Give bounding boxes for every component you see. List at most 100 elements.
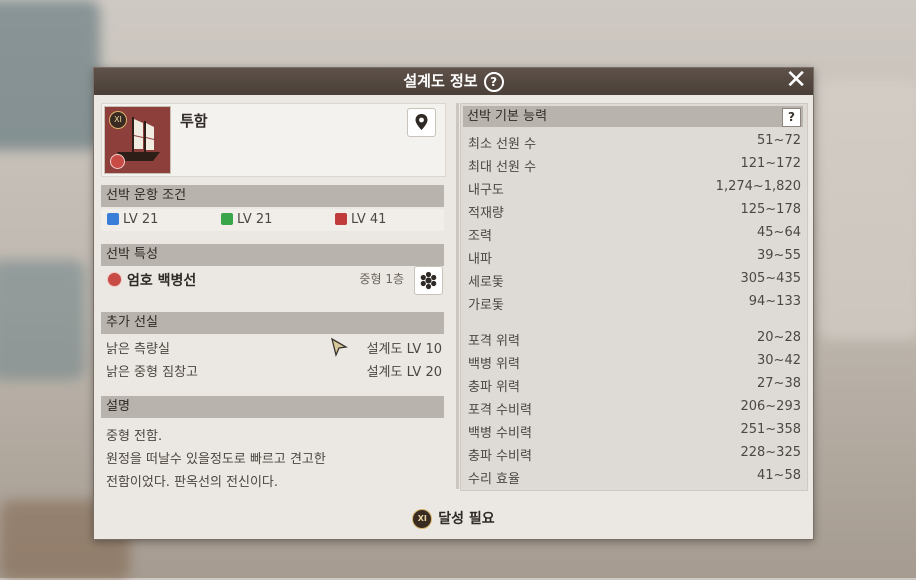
description-line: 중형 전함. — [101, 425, 444, 445]
description-line: 전함이었다. 판옥선의 전신이다. — [101, 471, 444, 491]
footer-text: 달성 필요 — [438, 511, 495, 527]
cabin-requirement: 설계도 LV 10 — [366, 342, 442, 357]
honeycomb-icon — [420, 271, 437, 290]
stat-row: 내파 39~55 — [468, 248, 801, 268]
background-ship — [0, 0, 100, 150]
trade-icon — [221, 213, 233, 225]
location-button[interactable] — [407, 108, 436, 137]
cabin-name: 낡은 중형 짐창고 — [106, 365, 198, 380]
stat-row: 포격 위력 20~28 — [468, 330, 801, 350]
rank-icon: XI — [412, 509, 433, 529]
stat-value: 1,274~1,820 — [715, 179, 801, 194]
stat-value: 305~435 — [740, 271, 801, 286]
stat-label: 최대 선원 수 — [468, 160, 537, 175]
stat-row: 백병 위력 30~42 — [468, 353, 801, 373]
stat-value: 94~133 — [748, 294, 801, 309]
cabin-layout-button[interactable] — [414, 266, 443, 295]
requirement-trade: LV 21 — [221, 212, 272, 227]
description-text: 전함이었다. 판옥선의 전신이다. — [106, 475, 279, 490]
requirement-label: LV 21 — [123, 212, 159, 227]
ship-stats-panel: 선박 기본 능력 ? 최소 선원 수 51~72 최대 선원 수 121~172 내… — [460, 103, 808, 491]
ship-card: XI 투함 — [101, 103, 446, 177]
requirement-battle: LV 41 — [335, 212, 386, 227]
stat-value: 125~178 — [740, 202, 801, 217]
ship-thumbnail: XI — [104, 106, 171, 174]
trait-icon — [107, 272, 122, 287]
ship-name: 투함 — [180, 112, 208, 130]
stat-value: 39~55 — [757, 248, 801, 263]
stat-label: 백병 위력 — [468, 357, 520, 372]
requirement-adventure: LV 21 — [107, 212, 158, 227]
stat-value: 30~42 — [757, 353, 801, 368]
trait-row: 엄호 백병선 중형 1층 — [101, 266, 444, 300]
requirement-label: LV 21 — [237, 212, 273, 227]
extra-cabins-header: 추가 선실 — [101, 312, 444, 334]
rank-badge: XI — [109, 111, 127, 129]
stat-value: 251~358 — [740, 422, 801, 437]
background-ship — [0, 260, 85, 380]
stat-row: 백병 수비력 251~358 — [468, 422, 801, 442]
stat-row: 내구도 1,274~1,820 — [468, 179, 801, 199]
stat-label: 내파 — [468, 252, 492, 267]
stat-row: 충파 수비력 228~325 — [468, 445, 801, 465]
operation-conditions-header: 선박 운항 조건 — [101, 185, 444, 207]
description-line: 원정을 떠날수 있을정도로 빠르고 견고한 — [101, 448, 444, 468]
ship-stats-header: 선박 기본 능력 ? — [463, 106, 803, 127]
stat-label: 적재량 — [468, 206, 504, 221]
cabin-name: 낡은 측량실 — [106, 342, 170, 357]
mouse-cursor-icon — [330, 337, 348, 357]
cabin-row: 낡은 중형 짐창고 설계도 LV 20 — [101, 361, 444, 383]
stat-value: 20~28 — [757, 330, 801, 345]
stat-value: 27~38 — [757, 376, 801, 391]
stat-label: 최소 선원 수 — [468, 137, 537, 152]
stat-label: 포격 수비력 — [468, 403, 532, 418]
stat-row: 적재량 125~178 — [468, 202, 801, 222]
stat-value: 121~172 — [740, 156, 801, 171]
adventure-icon — [107, 213, 119, 225]
dialog-titlebar: 설계도 정보? ✕ — [94, 67, 813, 95]
battle-icon — [335, 213, 347, 225]
stat-row: 세로돛 305~435 — [468, 271, 801, 291]
stat-row: 최소 선원 수 51~72 — [468, 133, 801, 153]
requirement-footer: XI 달성 필요 — [94, 499, 813, 539]
traits-header: 선박 특성 — [101, 244, 444, 266]
stat-row: 포격 수비력 206~293 — [468, 399, 801, 419]
dialog-title: 설계도 정보 — [403, 72, 478, 90]
description-text: 원정을 떠날수 있을정도로 빠르고 견고한 — [106, 452, 326, 467]
ship-stats-title: 선박 기본 능력 — [467, 109, 548, 124]
stat-value: 41~58 — [757, 468, 801, 483]
map-pin-icon — [415, 114, 428, 130]
blueprint-info-dialog: 설계도 정보? ✕ XI 투함 선박 운항 조건 LV 21 LV 21 LV … — [93, 67, 814, 540]
cabin-row: 낡은 측량실 설계도 LV 10 — [101, 337, 444, 360]
stat-row: 수리 효율 41~58 — [468, 468, 801, 488]
stat-label: 조력 — [468, 229, 492, 244]
stat-row: 충파 위력 27~38 — [468, 376, 801, 396]
trait-name: 엄호 백병선 — [127, 273, 197, 289]
requirement-label: LV 41 — [351, 212, 387, 227]
stat-row: 가로돛 94~133 — [468, 294, 801, 314]
background-wall — [820, 80, 916, 340]
stat-row: 최대 선원 수 121~172 — [468, 156, 801, 176]
stat-label: 세로돛 — [468, 275, 504, 290]
battle-type-icon — [110, 154, 125, 169]
stat-label: 수리 효율 — [468, 472, 520, 487]
divider — [456, 103, 459, 489]
help-icon[interactable]: ? — [483, 71, 504, 92]
stat-label: 가로돛 — [468, 298, 504, 313]
stat-row: 조력 45~64 — [468, 225, 801, 245]
trait-size-badge: 중형 1층 — [359, 272, 404, 286]
stat-value: 45~64 — [757, 225, 801, 240]
operation-requirements: LV 21 LV 21 LV 41 — [101, 209, 444, 231]
stat-label: 충파 위력 — [468, 380, 520, 395]
description-header: 설명 — [101, 396, 444, 418]
description-text: 중형 전함. — [106, 429, 163, 444]
stat-label: 내구도 — [468, 183, 504, 198]
stat-label: 충파 수비력 — [468, 449, 532, 464]
stat-label: 포격 위력 — [468, 334, 520, 349]
cabin-requirement: 설계도 LV 20 — [366, 365, 442, 380]
stat-value: 206~293 — [740, 399, 801, 414]
stat-value: 51~72 — [757, 133, 801, 148]
stat-value: 228~325 — [740, 445, 801, 460]
question-icon[interactable]: ? — [782, 108, 801, 127]
close-icon[interactable]: ✕ — [785, 67, 807, 94]
